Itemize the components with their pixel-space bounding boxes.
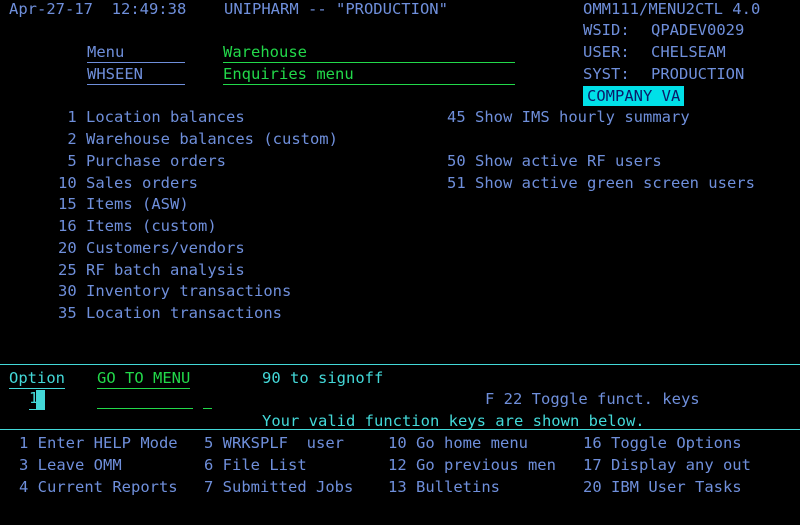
syst-label: SYST: [583,65,630,83]
option-input-value[interactable]: 1 [29,388,38,408]
user-label: USER: [583,43,630,61]
wsid-value: QPADEV0029 [651,21,745,39]
fkey-ibm-user-tasks[interactable]: 20 IBM User Tasks [583,477,742,497]
menu-name-underline [87,84,185,85]
wsid-label: WSID: [583,21,630,39]
goto-menu-input[interactable] [97,408,193,409]
menu-option[interactable]: 10 Sales orders [58,173,198,193]
toggle-fkeys-hint: F 22 Toggle funct. keys [485,390,700,408]
fkey-submitted-jobs[interactable]: 7 Submitted Jobs [204,477,353,497]
menu-option[interactable]: 20 Customers/vendors [58,238,245,258]
fkey-leave-omm[interactable]: 3 Leave OMM [19,455,122,475]
fkey-toggle-options[interactable]: 16 Toggle Options [583,433,742,453]
menu-title: Warehouse [223,42,515,63]
signoff-hint: 90 to signoff [262,369,384,387]
goto-menu-label: GO TO MENU [97,369,191,389]
menu-option[interactable]: 25 RF batch analysis [58,260,245,280]
menu-label: Menu [87,42,185,63]
user-value: CHELSEAM [651,43,726,61]
header-datetime: Apr-27-17 12:49:38 [9,0,187,18]
menu-name: WHSEEN [87,65,143,83]
menu-option[interactable]: 51 Show active green screen users [447,173,755,193]
menu-option[interactable]: 15 Items (ASW) [58,194,189,214]
separator-top [0,364,800,365]
menu-subtitle-underline [223,84,515,85]
menu-option[interactable]: 35 Location transactions [58,303,282,323]
fkey-wrksplf[interactable]: 5 WRKSPLF user [204,433,344,453]
fkey-help[interactable]: 1 Enter HELP Mode [19,433,178,453]
menu-option[interactable]: 2 Warehouse balances (custom) [58,129,338,149]
fkey-current-reports[interactable]: 4 Current Reports [19,477,178,497]
menu-option[interactable]: 1 Location balances [58,107,244,127]
header-program: OMM111/MENU2CTL 4.0 [583,0,761,18]
menu-option[interactable]: 16 Items (custom) [58,216,217,236]
header-system: UNIPHARM -- "PRODUCTION" [224,0,448,18]
goto-menu-input-tail[interactable] [203,408,212,409]
menu-option[interactable]: 45 Show IMS hourly summary [447,107,690,127]
menu-option[interactable]: 5 Purchase orders [58,151,226,171]
company-badge: COMPANY VA [583,86,685,106]
menu-subtitle: Enquiries menu [223,65,354,83]
menu-option[interactable]: 50 Show active RF users [447,151,662,171]
syst-value: PRODUCTION [651,65,745,83]
option-label: Option [9,369,65,389]
valid-keys-text: Your valid function keys are shown below… [262,412,645,430]
fkey-file-list[interactable]: 6 File List [204,455,307,475]
fkey-display-any-out[interactable]: 17 Display any out [583,455,751,475]
menu-option[interactable]: 30 Inventory transactions [58,281,291,301]
fkey-home-menu[interactable]: 10 Go home menu [388,433,528,453]
fkey-bulletins[interactable]: 13 Bulletins [388,477,500,497]
fkey-previous-menu[interactable]: 12 Go previous men [388,455,556,475]
